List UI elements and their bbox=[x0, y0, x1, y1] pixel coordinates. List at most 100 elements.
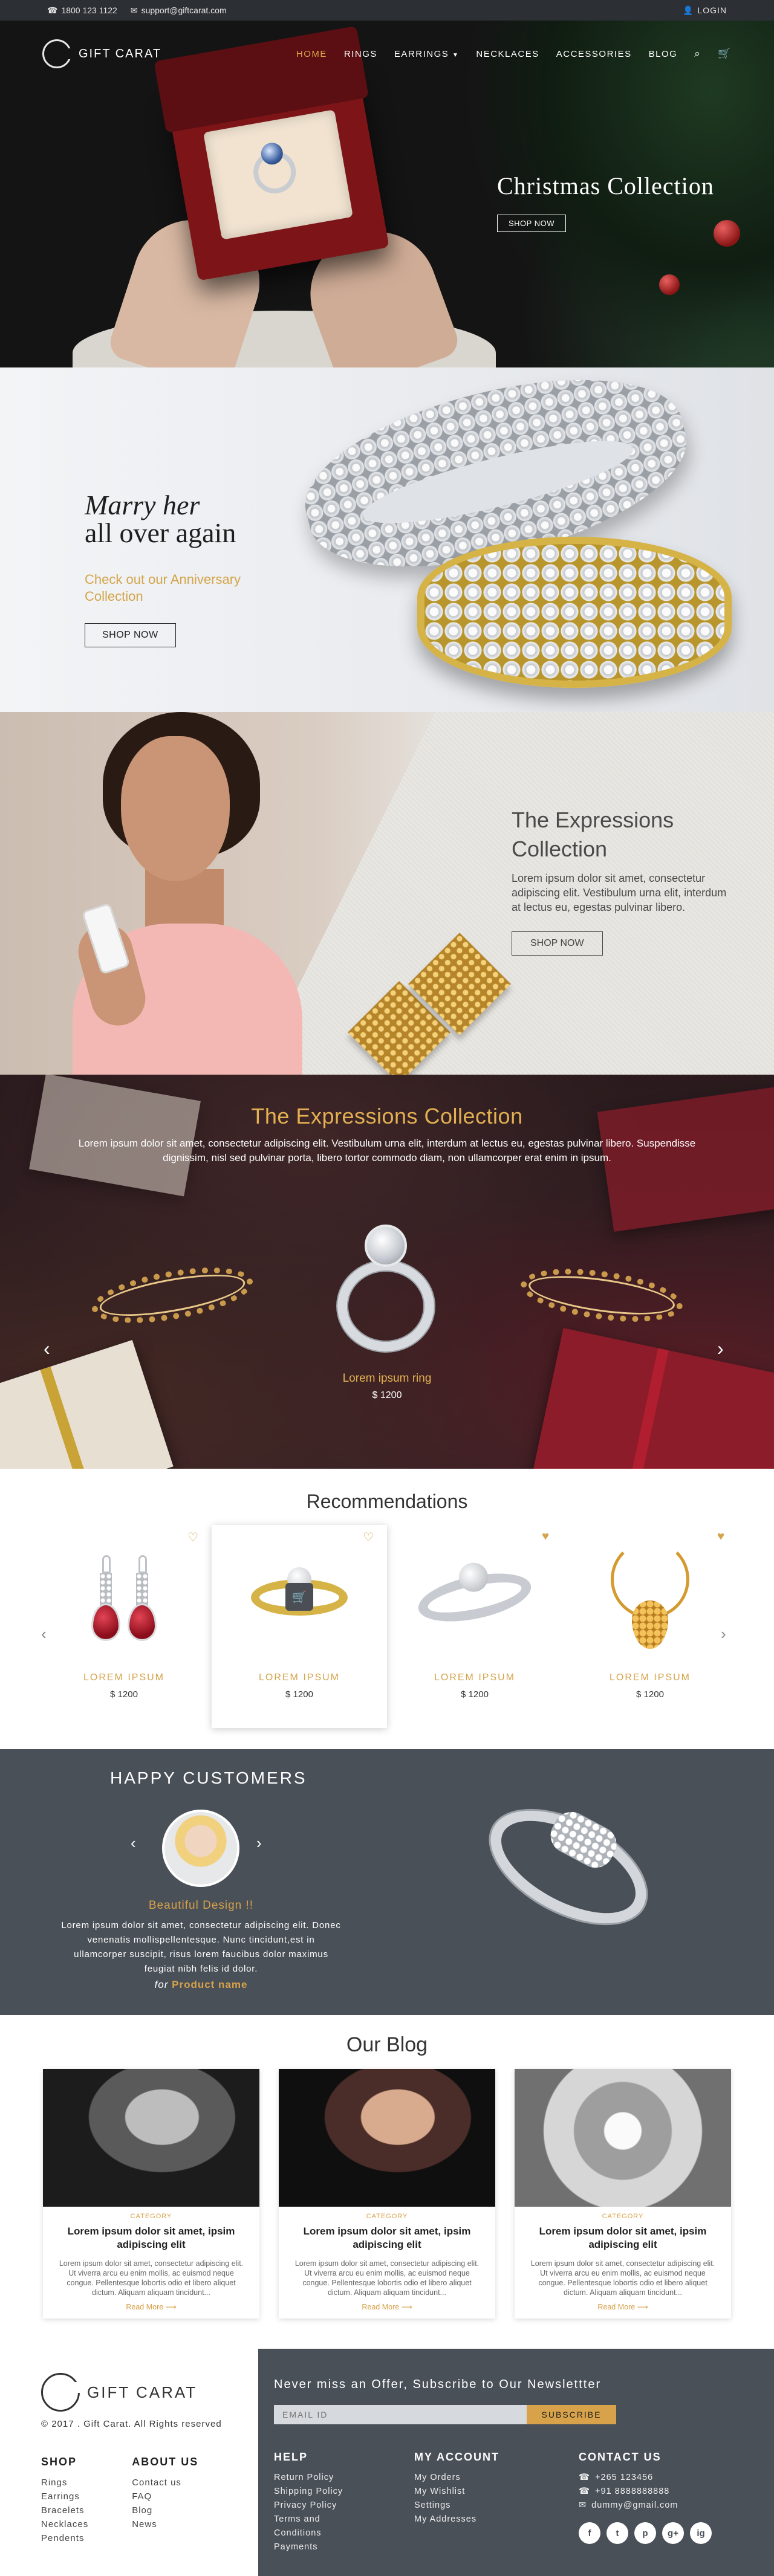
blog-excerpt: Lorem ipsum dolor sit amet, consectetur … bbox=[59, 2259, 244, 2297]
add-to-cart-button[interactable]: 🛒 bbox=[285, 1583, 313, 1611]
footer-link[interactable]: Necklaces bbox=[41, 2517, 88, 2531]
gold-diamond-ring-image bbox=[417, 537, 732, 688]
footer-logo[interactable]: GIFT CARAT bbox=[41, 2373, 258, 2412]
footer-link[interactable]: My Addresses bbox=[414, 2513, 541, 2526]
blog-category[interactable]: CATEGORY bbox=[279, 2213, 495, 2220]
logo-text: GIFT CARAT bbox=[79, 47, 162, 60]
blog-card[interactable]: CATEGORY Lorem ipsum dolor sit amet, ips… bbox=[515, 2069, 731, 2319]
recommendations-section: Recommendations ‹ › ♡ LOREM IPSUM $ 1200… bbox=[0, 1469, 774, 1749]
contact-heading: CONTACT US bbox=[579, 2451, 662, 2463]
login-link[interactable]: 👤 LOGIN bbox=[683, 5, 727, 16]
tennis-bracelet-image[interactable] bbox=[88, 1257, 257, 1333]
footer-link[interactable]: Earrings bbox=[41, 2490, 88, 2503]
hero-shop-now-button[interactable]: SHOP NOW bbox=[497, 215, 566, 232]
blog-card[interactable]: CATEGORY Lorem ipsum dolor sit amet, ips… bbox=[43, 2069, 259, 2319]
product-card[interactable]: ♡ 🛒 LOREM IPSUM $ 1200 bbox=[212, 1525, 387, 1728]
nav-necklaces[interactable]: NECKLACES bbox=[476, 49, 539, 59]
footer-link[interactable]: My Wishlist bbox=[414, 2485, 541, 2499]
facebook-icon[interactable]: f bbox=[579, 2522, 600, 2544]
phone-contact[interactable]: ☎ 1800 123 1122 bbox=[47, 5, 117, 16]
instagram-icon[interactable]: ig bbox=[690, 2522, 712, 2544]
diamond-ring-image[interactable] bbox=[331, 1218, 440, 1351]
bauble bbox=[659, 274, 680, 295]
footer-link[interactable]: Terms and Conditions bbox=[274, 2513, 340, 2540]
phone-icon: ☎ bbox=[579, 2487, 591, 2496]
carousel-prev-arrow-icon[interactable]: ‹ bbox=[44, 1338, 50, 1360]
shop-heading: SHOP bbox=[41, 2456, 77, 2468]
product-name[interactable]: LOREM IPSUM bbox=[212, 1672, 387, 1683]
pinterest-icon[interactable]: p bbox=[634, 2522, 656, 2544]
tennis-bracelet-image[interactable] bbox=[517, 1260, 686, 1331]
product-name[interactable]: LOREM IPSUM bbox=[562, 1672, 738, 1683]
anniversary-shop-now-button[interactable]: SHOP NOW bbox=[85, 623, 176, 647]
footer-link[interactable]: Rings bbox=[41, 2476, 88, 2490]
blog-post-title[interactable]: Lorem ipsum dolor sit amet, ipsim adipis… bbox=[279, 2225, 495, 2251]
blog-title: Our Blog bbox=[346, 2033, 428, 2056]
product-name[interactable]: LOREM IPSUM bbox=[387, 1672, 562, 1683]
footer-link[interactable]: Bracelets bbox=[41, 2503, 88, 2517]
footer-link[interactable]: Return Policy bbox=[274, 2471, 377, 2485]
blog-model-image bbox=[43, 2069, 259, 2207]
email-contact[interactable]: ✉ support@giftcarat.com bbox=[131, 5, 227, 16]
blog-card[interactable]: CATEGORY Lorem ipsum dolor sit amet, ips… bbox=[279, 2069, 495, 2319]
nav-accessories[interactable]: ACCESSORIES bbox=[556, 49, 632, 59]
twitter-icon[interactable]: t bbox=[607, 2522, 628, 2544]
subscribe-button[interactable]: SUBSCRIBE bbox=[527, 2405, 616, 2424]
footer-link[interactable]: Shipping Policy bbox=[274, 2485, 377, 2499]
footer-link[interactable]: Contact us bbox=[132, 2476, 198, 2490]
nav-menu: HOME RINGS EARRINGS ▼ NECKLACES ACCESSOR… bbox=[296, 48, 732, 60]
footer-link[interactable]: Payments bbox=[274, 2540, 377, 2554]
product-card[interactable]: ♥ LOREM IPSUM $ 1200 bbox=[387, 1525, 562, 1728]
product-card[interactable]: ♡ LOREM IPSUM $ 1200 bbox=[36, 1525, 212, 1728]
necklace-pendant bbox=[632, 1600, 668, 1649]
mail-icon: ✉ bbox=[579, 2500, 587, 2510]
site-logo[interactable]: GIFT CARAT bbox=[42, 39, 161, 68]
read-more-link[interactable]: Read More ⟶ bbox=[279, 2302, 495, 2311]
product-name[interactable]: LOREM IPSUM bbox=[36, 1672, 212, 1683]
testimonial-prev-arrow-icon[interactable]: ‹ bbox=[131, 1834, 136, 1853]
nav-rings[interactable]: RINGS bbox=[344, 49, 377, 59]
footer-link[interactable]: FAQ bbox=[132, 2490, 198, 2503]
testimonial-product-link[interactable]: Product name bbox=[172, 1979, 247, 1990]
footer-link[interactable]: My Orders bbox=[414, 2471, 541, 2485]
contact-phone[interactable]: ☎ +265 123456 bbox=[579, 2471, 712, 2485]
carousel-item-name[interactable]: Lorem ipsum ring bbox=[0, 1372, 774, 1385]
search-icon[interactable]: ⌕ bbox=[694, 48, 701, 60]
nav-home[interactable]: HOME bbox=[296, 49, 327, 59]
expressions-description: Lorem ipsum dolor sit amet, consectetur … bbox=[512, 872, 727, 913]
contact-email[interactable]: ✉ dummy@gmail.com bbox=[579, 2499, 712, 2513]
top-bar: ☎ 1800 123 1122 ✉ support@giftcarat.com … bbox=[0, 0, 774, 21]
google-plus-icon[interactable]: g+ bbox=[662, 2522, 684, 2544]
product-price: $ 1200 bbox=[285, 1689, 313, 1700]
email-address: support@giftcarat.com bbox=[141, 5, 227, 15]
blog-post-title[interactable]: Lorem ipsum dolor sit amet, ipsim adipis… bbox=[515, 2225, 731, 2251]
anniversary-banner: Marry her all over again Check out our A… bbox=[0, 367, 774, 712]
blog-excerpt: Lorem ipsum dolor sit amet, consectetur … bbox=[294, 2259, 480, 2297]
footer-link[interactable]: News bbox=[132, 2517, 198, 2531]
footer-link[interactable]: Privacy Policy bbox=[274, 2499, 377, 2513]
footer-link[interactable]: Pendents bbox=[41, 2531, 88, 2545]
product-card[interactable]: ♥ LOREM IPSUM $ 1200 bbox=[562, 1525, 738, 1728]
footer-left: GIFT CARAT © 2017 . Gift Carat. All Righ… bbox=[0, 2349, 258, 2576]
bauble bbox=[714, 220, 740, 247]
carousel-next-arrow-icon[interactable]: › bbox=[717, 1338, 724, 1360]
blog-post-title[interactable]: Lorem ipsum dolor sit amet, ipsim adipis… bbox=[43, 2225, 259, 2251]
testimonial-next-arrow-icon[interactable]: › bbox=[256, 1834, 262, 1853]
nav-blog[interactable]: BLOG bbox=[649, 49, 678, 59]
blog-category[interactable]: CATEGORY bbox=[43, 2213, 259, 2220]
footer-link[interactable]: Settings bbox=[414, 2499, 541, 2513]
hero-banner: GIFT CARAT HOME RINGS EARRINGS ▼ NECKLAC… bbox=[0, 21, 774, 367]
email-input[interactable] bbox=[274, 2405, 527, 2424]
logo-icon bbox=[41, 2373, 80, 2412]
contact-phone[interactable]: ☎ +91 8888888888 bbox=[579, 2485, 712, 2499]
footer-right-columns: HELP Return Policy Shipping Policy Priva… bbox=[274, 2451, 774, 2554]
nav-earrings[interactable]: EARRINGS ▼ bbox=[394, 49, 459, 59]
mail-icon: ✉ bbox=[130, 5, 138, 15]
footer-link[interactable]: Blog bbox=[132, 2503, 198, 2517]
read-more-link[interactable]: Read More ⟶ bbox=[515, 2302, 731, 2311]
cart-icon[interactable]: 🛒 bbox=[718, 48, 732, 60]
read-more-link[interactable]: Read More ⟶ bbox=[43, 2302, 259, 2311]
expressions-shop-now-button[interactable]: SHOP NOW bbox=[512, 931, 603, 956]
blog-category[interactable]: CATEGORY bbox=[515, 2213, 731, 2220]
expressions-banner: The Expressions Collection Lorem ipsum d… bbox=[0, 712, 774, 1075]
